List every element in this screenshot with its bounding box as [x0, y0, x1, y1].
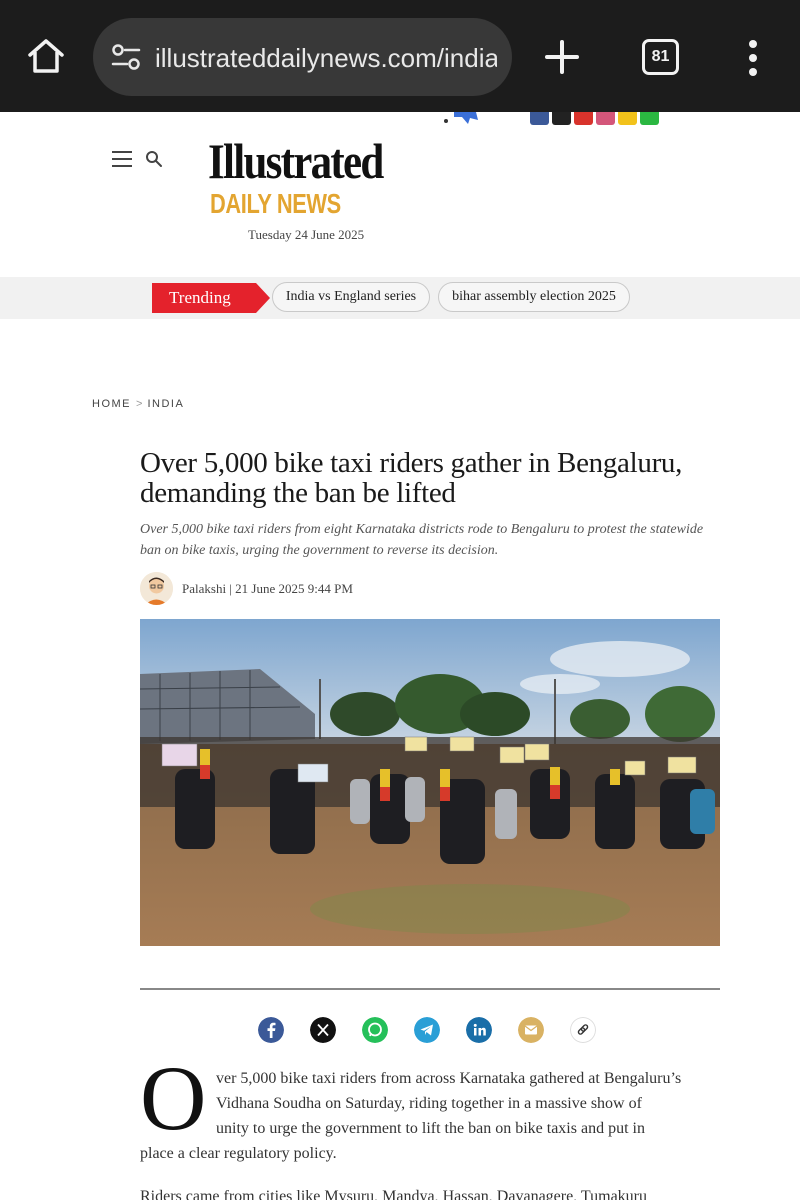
url-text[interactable]: illustrateddailynews.com/india/	[155, 38, 497, 78]
more-menu-icon[interactable]	[740, 38, 766, 78]
current-date: Tuesday 24 June 2025	[248, 227, 365, 242]
trending-topic[interactable]: India vs England series	[272, 282, 430, 312]
article-summary: Over 5,000 bike taxi riders from eight K…	[140, 522, 704, 558]
content-divider	[140, 988, 720, 990]
logo-subtitle[interactable]: DAILY NEWS	[210, 188, 341, 220]
trending-label: Trending	[152, 283, 270, 313]
article-paragraph-2: Riders came from cities like Mysuru, Man…	[140, 1188, 647, 1200]
email-share-icon[interactable]	[518, 1017, 544, 1043]
linkedin-share-icon[interactable]	[466, 1017, 492, 1043]
article-photo[interactable]	[140, 619, 720, 946]
trending-topic[interactable]: bihar assembly election 2025	[438, 282, 630, 312]
breadcrumb-home[interactable]: HOME	[92, 398, 131, 410]
copy-link-icon[interactable]	[570, 1017, 596, 1043]
promo-graphic	[444, 112, 478, 124]
publish-time: 21 June 2025 9:44 PM	[235, 581, 353, 596]
site-settings-icon[interactable]	[110, 42, 142, 72]
social-links	[530, 112, 659, 125]
koo-icon[interactable]	[618, 112, 637, 125]
author-byline: Palakshi | 21 June 2025 9:44 PM	[140, 572, 540, 608]
search-icon[interactable]	[145, 150, 163, 168]
byline-separator: |	[229, 581, 232, 596]
youtube-icon[interactable]	[574, 112, 593, 125]
breadcrumb-separator: >	[136, 398, 143, 410]
new-tab-icon[interactable]	[543, 38, 581, 76]
menu-icon[interactable]	[112, 151, 132, 167]
breadcrumb-section[interactable]: INDIA	[147, 398, 184, 410]
avatar-illustration	[140, 572, 173, 605]
home-icon[interactable]	[26, 36, 66, 76]
site-header	[0, 112, 800, 277]
tabs-icon[interactable]: 81	[642, 39, 679, 75]
paragraph-line: ver 5,000 bike taxi riders from across K…	[216, 1070, 682, 1087]
paragraph-line: unity to urge the government to lift the…	[216, 1120, 645, 1137]
facebook-icon[interactable]	[530, 112, 549, 125]
logo-title[interactable]: Illustrated	[208, 132, 384, 190]
x-icon[interactable]	[552, 112, 571, 125]
telegram-share-icon[interactable]	[414, 1017, 440, 1043]
paragraph-line: Vidhana Soudha on Saturday, riding toget…	[216, 1095, 642, 1112]
article-headline: Over 5,000 bike taxi riders gather in Be…	[140, 447, 683, 509]
browser-toolbar: illustrateddailynews.com/india/ 81	[0, 0, 800, 112]
article-paragraph: ver 5,000 bike taxi riders from across K…	[140, 1066, 720, 1166]
facebook-share-icon[interactable]	[258, 1017, 284, 1043]
breadcrumb: HOME > INDIA	[92, 396, 184, 412]
instagram-icon[interactable]	[596, 112, 615, 125]
paragraph-line: place a clear regulatory policy.	[140, 1145, 337, 1162]
x-share-icon[interactable]	[310, 1017, 336, 1043]
author-avatar[interactable]	[140, 572, 173, 605]
whatsapp-share-icon[interactable]	[362, 1017, 388, 1043]
author-name[interactable]: Palakshi	[182, 581, 226, 596]
trending-label-text: Trending	[169, 288, 231, 307]
byline-text: Palakshi | 21 June 2025 9:44 PM	[182, 580, 353, 598]
whatsapp-icon[interactable]	[640, 112, 659, 125]
